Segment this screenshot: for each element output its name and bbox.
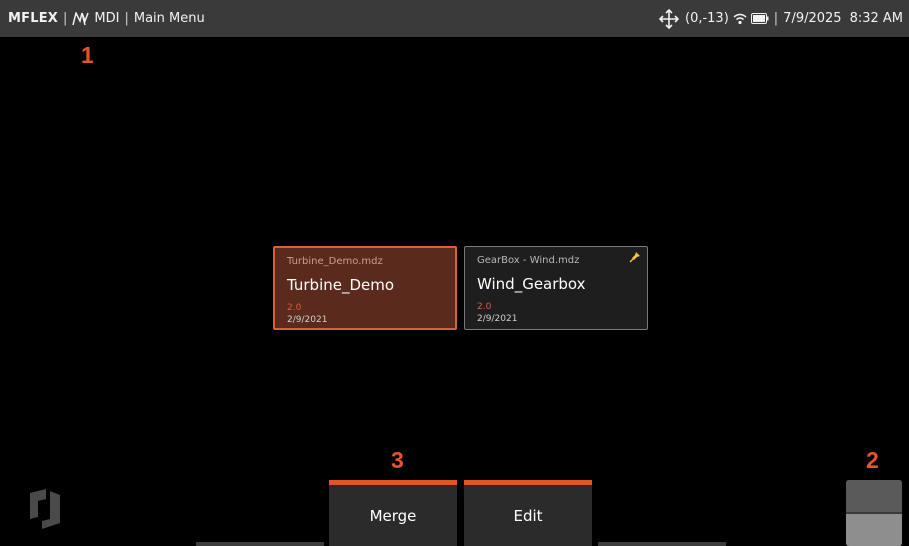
card-title: Wind_Gearbox	[477, 275, 586, 293]
card-date: 2/9/2021	[477, 314, 518, 324]
separator: |	[63, 11, 68, 26]
callout-number-2: 2	[866, 447, 879, 473]
brand-label: MFLEX	[8, 11, 59, 26]
card-date: 2/9/2021	[287, 315, 328, 325]
bottom-bar-segment	[598, 542, 726, 546]
app-label: MDI	[94, 11, 120, 26]
card-filename: Turbine_Demo.mdz	[287, 256, 383, 267]
status-bar-right: (0,-13) | 7/9/2025 8:32 AM	[659, 8, 903, 29]
card-version: 2.0	[287, 303, 302, 313]
edit-button[interactable]: Edit	[464, 480, 592, 546]
page-up-segment[interactable]	[846, 480, 902, 512]
page-scroll-control[interactable]	[846, 480, 902, 546]
callout-number-3: 3	[391, 447, 404, 473]
card-filename: GearBox - Wind.mdz	[477, 255, 580, 266]
page-down-segment[interactable]	[846, 512, 902, 546]
wifi-icon	[733, 13, 747, 25]
file-card-wind-gearbox[interactable]: GearBox - Wind.mdz Wind_Gearbox 2.0 2/9/…	[464, 246, 648, 330]
merge-button[interactable]: Merge	[329, 480, 457, 546]
status-date: 7/9/2025	[783, 11, 842, 26]
screen-title: Main Menu	[133, 11, 205, 26]
separator: |	[124, 11, 129, 26]
separator: |	[773, 11, 779, 26]
move-arrows-icon[interactable]	[659, 8, 679, 29]
status-bar: MFLEX | MDI | Main Menu (0,-13) | 7/9/20…	[0, 0, 909, 37]
coordinate-readout: (0,-13)	[685, 11, 729, 26]
status-time: 8:32 AM	[849, 11, 903, 26]
brand-logo-icon	[20, 487, 68, 535]
callout-number-1: 1	[81, 42, 94, 68]
card-version: 2.0	[477, 302, 492, 312]
bottom-bar-segment	[196, 542, 324, 546]
card-title: Turbine_Demo	[287, 276, 395, 294]
pin-icon	[629, 251, 641, 263]
status-bar-left: MFLEX | MDI | Main Menu	[8, 11, 205, 26]
file-card-turbine-demo[interactable]: Turbine_Demo.mdz Turbine_Demo 2.0 2/9/20…	[273, 246, 457, 330]
battery-icon	[750, 13, 769, 24]
mentor-logo-icon	[72, 11, 90, 26]
